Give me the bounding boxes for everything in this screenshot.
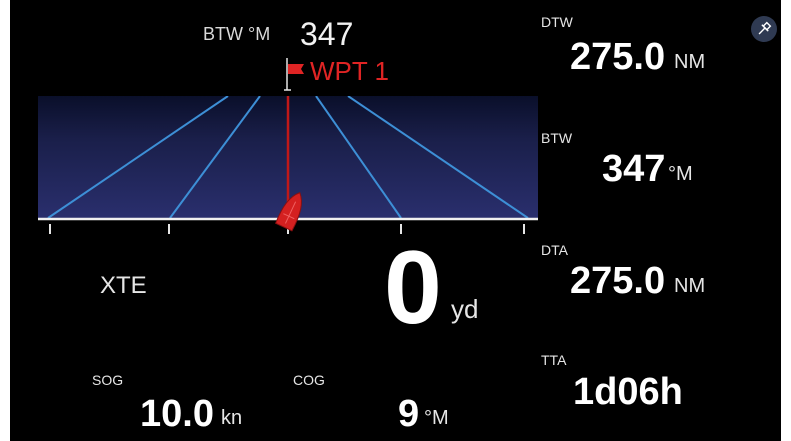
dta-value: 275.0 [570,260,666,302]
highway-btw-label: BTW °M [203,24,271,44]
btw-value: 347 [602,148,666,190]
rolling-road [38,96,538,234]
cog-unit: °M [424,407,449,429]
flag-icon [284,58,304,91]
autopilot-data-screen: BTW °M 347 WPT 1 XTE 0 yd SOG 10.0 kn CO… [10,0,781,441]
btw-label: BTW [541,130,573,146]
xte-label: XTE [100,272,147,299]
xte-unit: yd [451,294,479,324]
pin-icon [758,21,772,35]
xte-value: 0 [384,230,442,346]
dta-unit: NM [674,275,706,297]
tta-label: TTA [541,352,567,368]
sog-unit: kn [221,407,243,429]
pin-button[interactable] [751,16,777,42]
dtw-unit: NM [674,51,706,73]
cog-value: 9 [398,393,420,435]
highway-btw-value: 347 [300,16,354,52]
sog-value: 10.0 [140,393,214,435]
sog-label: SOG [92,372,124,388]
dtw-value: 275.0 [570,36,666,78]
cog-label: COG [293,372,325,388]
btw-unit: °M [668,163,693,185]
waypoint-name: WPT 1 [310,56,389,86]
dta-label: DTA [541,242,568,258]
tta-value: 1d06h [573,371,683,413]
dtw-label: DTW [541,14,573,30]
